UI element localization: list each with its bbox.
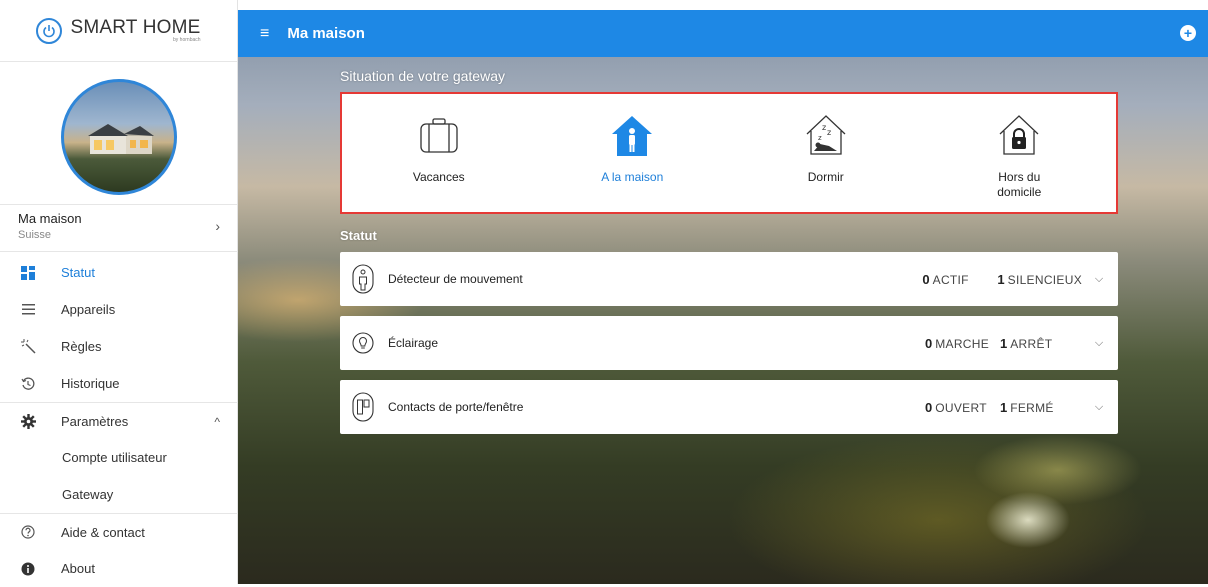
add-button[interactable]: +: [1180, 25, 1196, 41]
count-label: FERMÉ: [1010, 400, 1054, 415]
avatar-area: [0, 70, 237, 205]
chevron-down-icon[interactable]: ⌵: [1090, 401, 1108, 414]
mode-label: Vacances: [412, 170, 465, 184]
svg-text:z: z: [827, 128, 831, 137]
sidebar-item-label: Règles: [61, 339, 102, 354]
help-icon: [20, 524, 36, 540]
count: 0: [925, 335, 933, 351]
sidebar-item-label: About: [61, 561, 95, 576]
home-selector[interactable]: Ma maison Suisse ›: [0, 200, 238, 252]
bulb-icon: [352, 332, 374, 354]
row-label: Détecteur de mouvement: [388, 272, 523, 286]
mode-label: A la maison: [601, 170, 664, 184]
count-label: OUVERT: [935, 400, 987, 415]
main-area: ≡ Ma maison + Situation de votre gateway…: [238, 0, 1208, 584]
mode-hors-du-domicile[interactable]: Hors du domicile: [923, 94, 1117, 212]
magic-wand-icon: [20, 339, 36, 355]
chevron-right-icon: ›: [215, 217, 220, 234]
sidebar-item-label: Statut: [61, 265, 95, 280]
sidebar-item-about[interactable]: About: [0, 550, 238, 587]
luggage-icon: [420, 118, 458, 153]
home-avatar[interactable]: [60, 79, 177, 195]
count: 0: [922, 271, 930, 287]
count: 0: [925, 399, 933, 415]
brand-sub: by hornbach: [173, 37, 201, 43]
page-title: Ma maison: [287, 25, 365, 42]
chevron-up-icon[interactable]: ^: [214, 415, 220, 429]
top-strip: [238, 0, 1208, 10]
power-icon: [36, 17, 63, 44]
sidebar-item-label: Appareils: [61, 302, 116, 317]
sidebar: SMART HOME by hornbach Ma maison Suisse …: [0, 0, 238, 584]
stat-silent: 1 SILENCIEUX: [997, 272, 1082, 287]
row-label: Contacts de porte/fenêtre: [388, 400, 524, 414]
sidebar-item-gateway[interactable]: Gateway: [0, 476, 238, 513]
sidebar-item-label: Compte utilisateur: [62, 450, 167, 465]
home-person-icon: [612, 116, 653, 156]
count: 1: [997, 271, 1005, 287]
stat-open: 0 OUVERT: [925, 400, 1000, 415]
sidebar-item-label: Aide & contact: [61, 524, 145, 540]
svg-text:z: z: [822, 123, 826, 132]
home-lock-icon: [999, 115, 1039, 155]
status-row-contacts[interactable]: Contacts de porte/fenêtre 0 OUVERT 1 FER…: [340, 380, 1118, 434]
brand[interactable]: SMART HOME by hornbach: [0, 0, 237, 62]
home-country: Suisse: [18, 228, 52, 241]
sidebar-item-statut[interactable]: Statut: [0, 254, 238, 291]
gateway-title: Situation de votre gateway: [340, 68, 505, 84]
count-label: ARRÊT: [1010, 336, 1053, 351]
svg-text:z: z: [818, 134, 822, 142]
home-name: Ma maison: [18, 210, 82, 226]
sidebar-item-label: Historique: [61, 376, 120, 391]
sidebar-nav: Statut Appareils Règles Historique Param…: [0, 254, 238, 587]
count-label: SILENCIEUX: [1007, 272, 1082, 287]
mode-vacances[interactable]: Vacances: [342, 94, 536, 212]
count: 1: [1000, 335, 1008, 351]
stat-off: 1 ARRÊT: [1000, 336, 1082, 351]
top-bar: ≡ Ma maison +: [238, 10, 1208, 57]
status-row-motion[interactable]: Détecteur de mouvement 0 ACTIF 1 SILENCI…: [340, 252, 1118, 306]
count-label: MARCHE: [935, 336, 990, 351]
count: 1: [1000, 399, 1008, 415]
mode-label: Hors du domicile: [997, 170, 1042, 199]
sidebar-item-aide-contact[interactable]: Aide & contact: [0, 513, 238, 550]
stat-on: 0 MARCHE: [925, 336, 1000, 351]
sidebar-item-label: Paramètres: [61, 413, 129, 429]
sidebar-item-compte-utilisateur[interactable]: Compte utilisateur: [0, 439, 238, 476]
sidebar-item-regles[interactable]: Règles: [0, 328, 238, 365]
sidebar-item-appareils[interactable]: Appareils: [0, 291, 238, 328]
status-title: Statut: [340, 228, 377, 243]
mode-a-la-maison[interactable]: A la maison: [536, 94, 730, 212]
list-icon: [20, 302, 36, 318]
status-row-lighting[interactable]: Éclairage 0 MARCHE 1 ARRÊT ⌵: [340, 316, 1118, 370]
menu-icon[interactable]: ≡: [260, 25, 269, 43]
chevron-down-icon[interactable]: ⌵: [1090, 337, 1108, 350]
door-contact-icon: [352, 392, 374, 422]
gear-icon: [20, 413, 36, 429]
stat-closed: 1 FERMÉ: [1000, 400, 1082, 415]
chevron-down-icon[interactable]: ⌵: [1090, 273, 1108, 286]
history-icon: [20, 376, 36, 392]
sleep-icon: z z z: [806, 115, 846, 155]
stat-active: 0 ACTIF: [922, 272, 997, 287]
gateway-mode-card: Vacances A la maison z z z Dormir Hors d…: [340, 92, 1118, 214]
info-icon: [20, 561, 36, 577]
count-label: ACTIF: [932, 272, 969, 287]
motion-sensor-icon: [352, 264, 374, 294]
sidebar-item-historique[interactable]: Historique: [0, 365, 238, 402]
mode-label: Dormir: [807, 170, 844, 184]
mode-dormir[interactable]: z z z Dormir: [729, 94, 923, 212]
row-label: Éclairage: [388, 336, 439, 350]
sidebar-item-parametres[interactable]: Paramètres ^: [0, 402, 238, 439]
dashboard-icon: [20, 265, 36, 281]
brand-name: SMART HOME: [70, 17, 201, 38]
sidebar-item-label: Gateway: [62, 487, 114, 502]
